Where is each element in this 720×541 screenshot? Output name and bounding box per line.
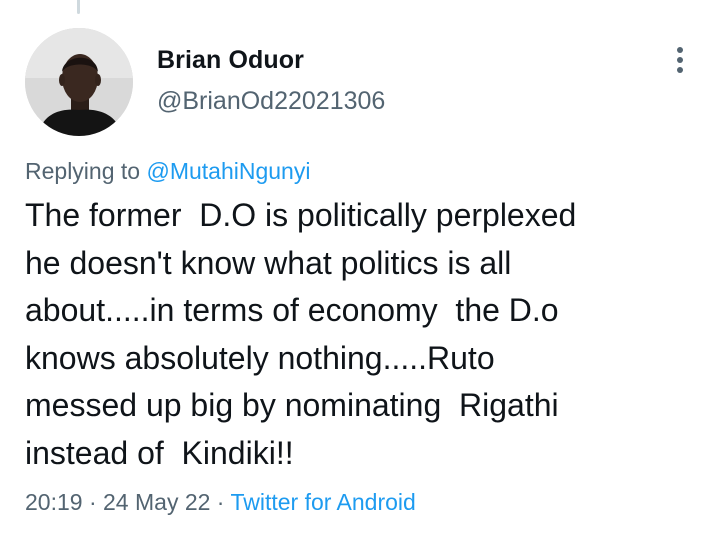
user-avatar-photo-icon [25, 28, 133, 136]
replying-to-mention-link[interactable]: @MutahiNgunyi [146, 158, 310, 184]
tweet-text-line: knows absolutely nothing.....Ruto [25, 339, 495, 376]
author-handle[interactable]: @BrianOd22021306 [157, 87, 385, 116]
tweet-time[interactable]: 20:19 [25, 489, 83, 515]
tweet-text-line: instead of Kindiki!! [25, 434, 294, 471]
more-options-vertical-icon [677, 47, 683, 73]
thread-connector-line [77, 0, 80, 14]
meta-separator: · [82, 489, 104, 515]
tweet-date[interactable]: 24 May 22 [103, 489, 210, 515]
avatar[interactable] [25, 28, 133, 136]
tweet-text-line: he doesn't know what politics is all [25, 244, 512, 281]
author-display-name[interactable]: Brian Oduor [157, 46, 304, 75]
tweet-text: The former D.O is politically perplexed h… [25, 192, 705, 477]
replying-to-label: Replying to [25, 158, 147, 184]
tweet-text-line: The former D.O is politically perplexed [25, 197, 577, 233]
more-options-button[interactable] [668, 43, 692, 77]
tweet-source-link[interactable]: Twitter for Android [230, 489, 415, 515]
replying-to-line: Replying to @MutahiNgunyi [25, 158, 310, 185]
tweet-text-line: about.....in terms of economy the D.o [25, 292, 559, 328]
tweet-text-line: messed up big by nominating Rigathi [25, 387, 559, 423]
tweet-metadata: 20:19 · 24 May 22 · Twitter for Android [25, 489, 416, 516]
meta-separator: · [210, 489, 231, 515]
